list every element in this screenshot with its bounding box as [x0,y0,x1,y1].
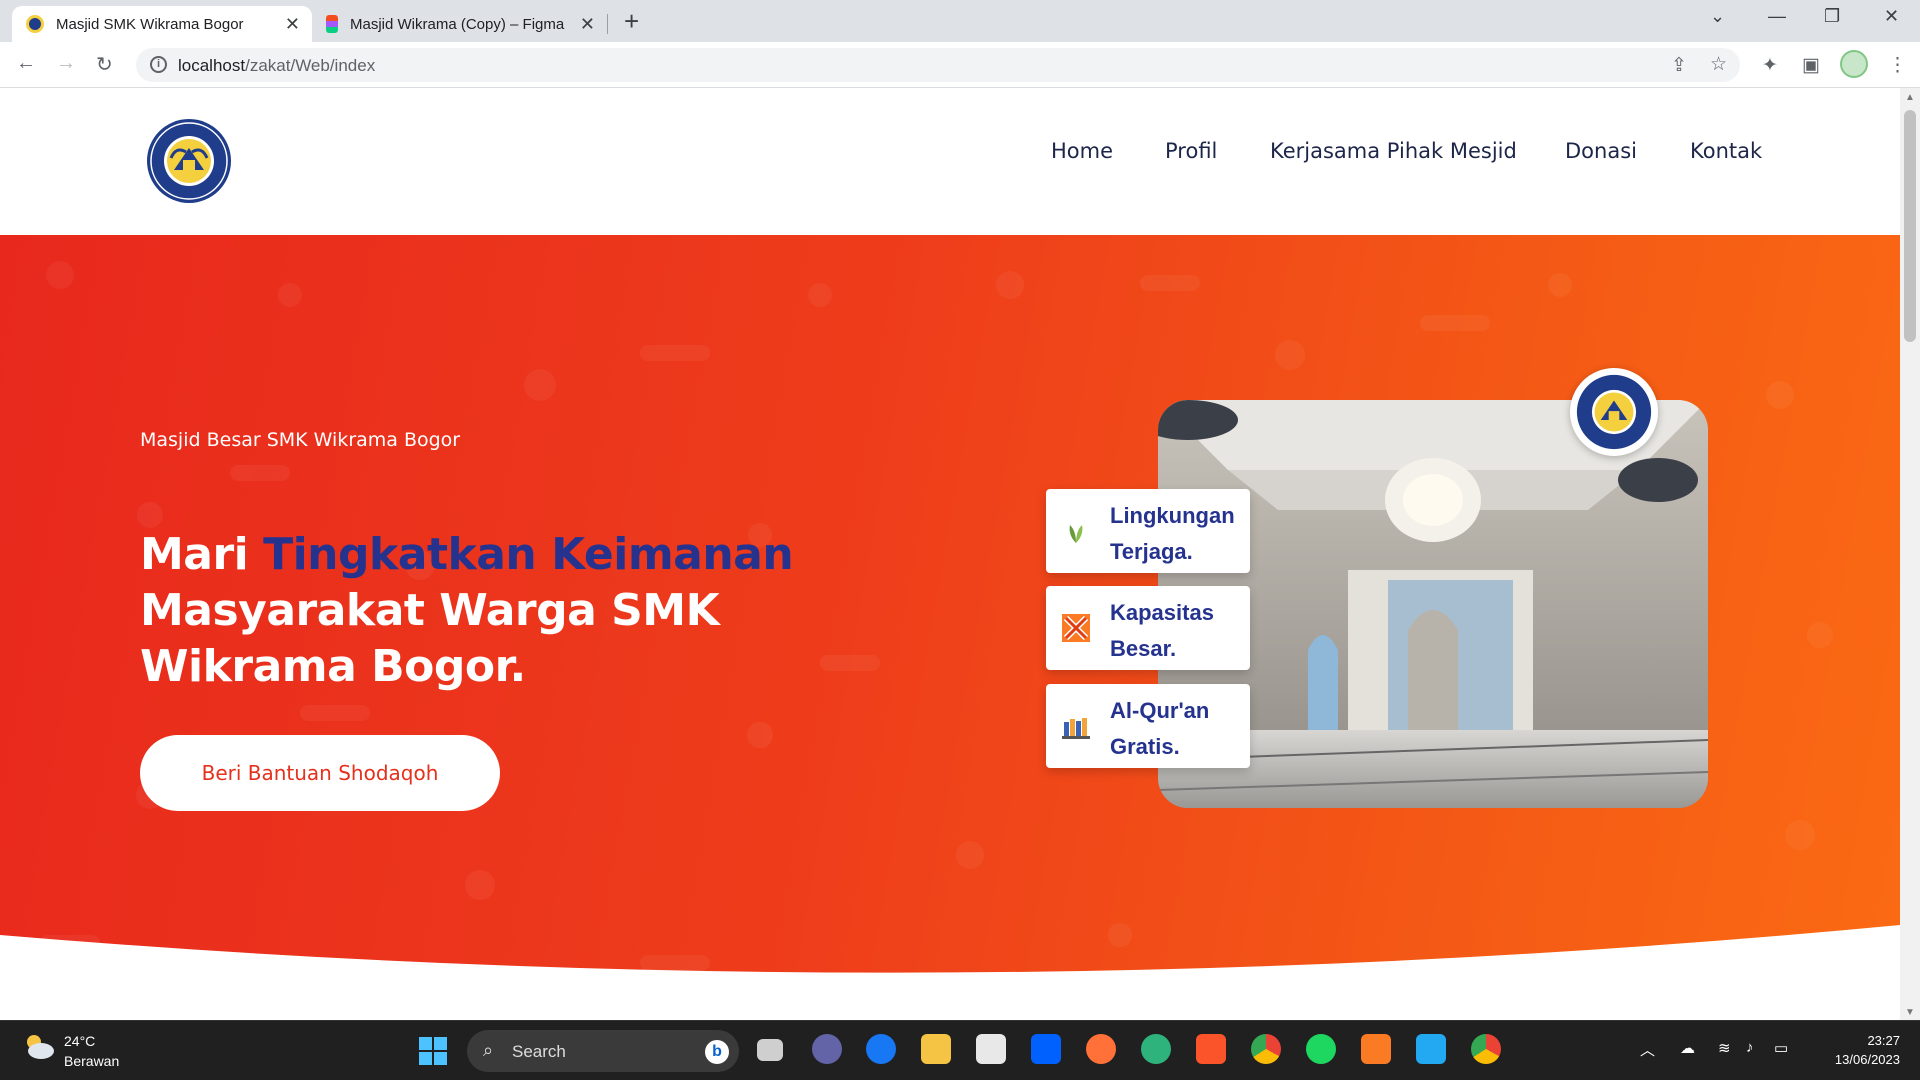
file-explorer-icon[interactable] [921,1034,951,1064]
browser-toolbar: ← → ↻ i localhost/zakat/Web/index ⇪ ☆ ✦ … [0,42,1920,88]
forward-icon[interactable]: → [56,52,76,75]
scroll-up-icon[interactable]: ▲ [1905,92,1915,103]
donate-cta-button[interactable]: Beri Bantuan Shodaqoh [140,735,500,811]
tab-title: Masjid Wikrama (Copy) – Figma [350,15,565,33]
tab-title: Masjid SMK Wikrama Bogor [56,15,244,33]
search-label: Search [512,1042,566,1061]
leaf-icon [1069,525,1083,543]
facebook-icon[interactable] [866,1034,896,1064]
address-bar[interactable]: i localhost/zakat/Web/index ⇪ ☆ [136,48,1740,82]
weather-widget[interactable]: 24°C Berawan [22,1031,119,1069]
weather-temp: 24°C [64,1033,96,1049]
reload-icon[interactable]: ↻ [96,52,113,77]
tab-separator [607,14,608,34]
extensions-icon[interactable]: ✦ [1762,54,1778,77]
close-tab-icon[interactable]: ✕ [580,14,595,34]
clock-time: 23:27 [1867,1033,1900,1048]
page-viewport: Home Profil Kerjasama Pihak Mesjid Donas… [0,88,1900,1020]
battery-icon[interactable]: ▭ [1774,1039,1788,1057]
taskbar-clock[interactable]: 23:27 13/06/2023 [1810,1031,1900,1069]
feature-card-kapasitas: Kapasitas Besar. [1046,586,1250,670]
cloud-sun-icon [27,1035,54,1059]
scroll-down-icon[interactable]: ▼ [1905,1007,1915,1018]
chrome-icon[interactable] [1251,1034,1281,1064]
feature-card-alquran: Al-Qur'an Gratis. [1046,684,1250,768]
site-header: Home Profil Kerjasama Pihak Mesjid Donas… [0,88,1900,235]
chrome-profile-icon[interactable] [1471,1034,1501,1064]
profile-avatar[interactable] [1840,50,1868,78]
back-icon[interactable]: ← [16,52,36,75]
volume-icon[interactable]: ♪ [1746,1039,1754,1056]
hero-section: Masjid Besar SMK Wikrama Bogor Mari Ting… [0,235,1900,1020]
books-icon [1062,718,1090,739]
clock-date: 13/06/2023 [1834,1052,1900,1067]
weather-condition: Berawan [64,1053,120,1069]
task-view-icon[interactable] [757,1039,783,1061]
dropbox-icon[interactable] [1031,1034,1061,1064]
feature-card-lingkungan: Lingkungan Terjaga. [1046,489,1250,573]
browser-tab-bar: Masjid SMK Wikrama Bogor ✕ Masjid Wikram… [0,0,1920,42]
headline-highlight: Tingkatkan Keimanan [263,529,794,580]
feature-text: Lingkungan Terjaga. [1110,503,1235,564]
url-text: localhost/zakat/Web/index [178,56,376,75]
brave-icon[interactable] [1196,1034,1226,1064]
site-info-icon[interactable]: i [150,56,167,73]
figma-favicon-icon [326,15,338,33]
new-tab-icon[interactable]: + [624,8,639,34]
edge-icon[interactable] [1141,1034,1171,1064]
site-favicon-icon [26,15,44,33]
bing-icon: b [705,1040,729,1064]
scrollbar-thumb[interactable] [1904,110,1916,342]
hero-eyebrow: Masjid Besar SMK Wikrama Bogor [140,429,461,451]
feature-text: Kapasitas Besar. [1110,600,1214,661]
tab-masjid[interactable]: Masjid SMK Wikrama Bogor ✕ [12,6,312,42]
share-icon[interactable]: ⇪ [1671,54,1687,77]
spotify-icon[interactable] [1306,1034,1336,1064]
tab-figma[interactable]: Masjid Wikrama (Copy) – Figma ✕ [312,6,607,42]
nav-donasi[interactable]: Donasi [1565,139,1637,163]
close-window-icon[interactable]: ✕ [1884,6,1899,27]
windows-taskbar: 24°C Berawan ⌕ Search b ︿ ☁ ≋ ♪ ▭ 23:27 … [0,1020,1920,1080]
search-icon: ⌕ [483,1040,494,1060]
headline-pre: Mari [140,529,264,580]
nav-profil[interactable]: Profil [1165,139,1217,163]
page-scrollbar[interactable]: ▲ ▼ [1900,88,1920,1020]
nav-kontak[interactable]: Kontak [1690,139,1762,163]
close-tab-icon[interactable]: ✕ [285,14,300,34]
windows-start-icon[interactable] [419,1037,447,1065]
menu-dots-icon[interactable]: ⋮ [1888,54,1907,77]
meet-icon[interactable] [812,1034,842,1064]
bookmark-star-icon[interactable]: ☆ [1710,53,1727,76]
hero-headline: Mari Tingkatkan Keimanan Masyarakat Warg… [140,527,820,695]
vscode-icon[interactable] [1416,1034,1446,1064]
wifi-icon[interactable]: ≋ [1718,1039,1731,1057]
nav-kerjasama[interactable]: Kerjasama Pihak Mesjid [1270,139,1517,163]
firefox-icon[interactable] [1086,1034,1116,1064]
onedrive-icon[interactable]: ☁ [1680,1039,1695,1057]
headline-post: Masyarakat Warga SMK Wikrama Bogor. [140,585,720,692]
store-icon[interactable] [976,1034,1006,1064]
xampp-icon[interactable] [1361,1034,1391,1064]
tab-search-icon[interactable]: ⌄ [1710,6,1725,27]
restore-icon[interactable]: ❐ [1824,6,1840,27]
nav-home[interactable]: Home [1051,139,1113,163]
capacity-icon [1062,614,1090,642]
taskbar-search[interactable]: ⌕ Search b [467,1030,739,1072]
school-logo[interactable] [146,118,232,204]
minimize-icon[interactable]: — [1768,6,1786,27]
hero-logo-badge [1570,368,1658,456]
side-panel-icon[interactable]: ▣ [1802,54,1820,77]
tray-chevron-icon[interactable]: ︿ [1640,1039,1655,1060]
feature-text: Al-Qur'an Gratis. [1110,698,1210,759]
